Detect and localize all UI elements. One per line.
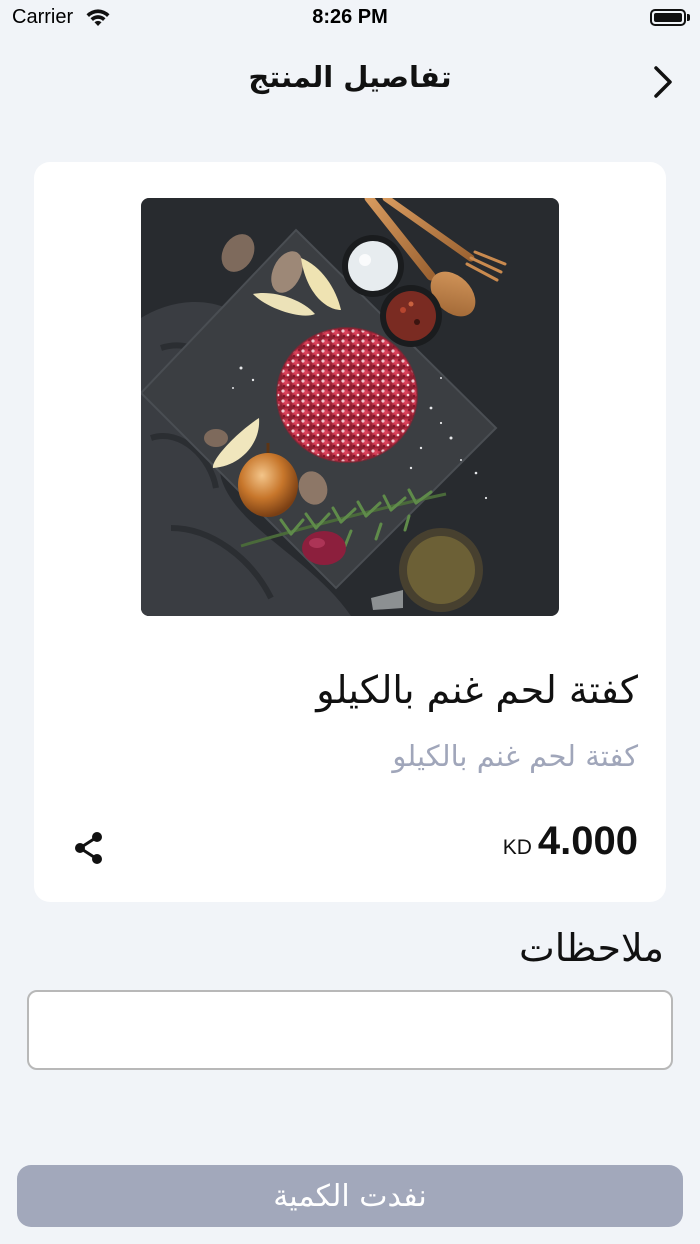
product-details-screen: Carrier 8:26 PM تفاصيل المنتج كفتة لحم غ… xyxy=(0,0,700,1244)
product-name: كفتة لحم غنم بالكيلو xyxy=(316,668,638,712)
price-currency: KD xyxy=(502,836,532,859)
product-subtitle: كفتة لحم غنم بالكيلو xyxy=(392,739,638,773)
page-title: تفاصيل المنتج xyxy=(248,60,452,94)
status-bar: Carrier 8:26 PM xyxy=(0,0,700,36)
product-image xyxy=(141,198,559,616)
status-time: 8:26 PM xyxy=(312,6,388,28)
out-of-stock-button[interactable]: نفدت الكمية xyxy=(17,1165,683,1227)
battery-cap xyxy=(687,14,690,21)
price-amount: 4.000 xyxy=(537,819,638,863)
battery-icon xyxy=(650,9,686,26)
product-card: كفتة لحم غنم بالكيلو كفتة لحم غنم بالكيل… xyxy=(34,162,666,902)
chevron-right-icon[interactable] xyxy=(646,62,678,102)
share-icon[interactable] xyxy=(70,828,106,868)
product-price: KD 4.000 xyxy=(503,819,638,864)
notes-input[interactable] xyxy=(27,990,673,1070)
notes-label: ملاحظات xyxy=(518,926,664,970)
